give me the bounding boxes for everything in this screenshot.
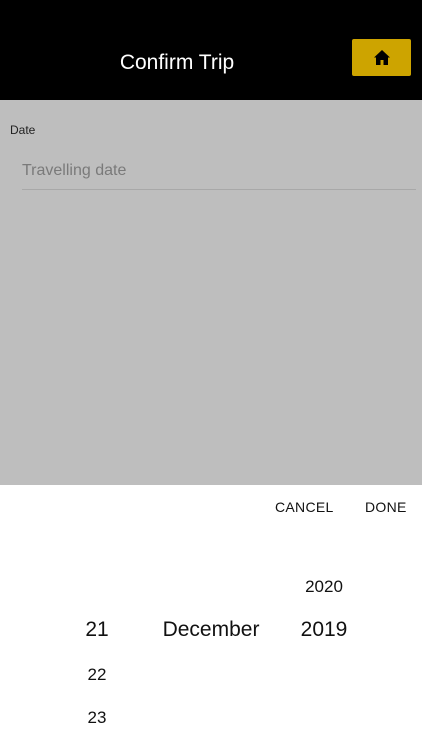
day-option[interactable]: 22: [57, 665, 137, 685]
date-picker-sheet: CANCEL DONE 21 22 23 December 2020 2019: [0, 485, 422, 750]
picker-toolbar: CANCEL DONE: [0, 485, 422, 530]
cancel-button[interactable]: CANCEL: [275, 499, 334, 515]
app-screen: Confirm Trip Date CANCEL DONE 21 22 23 D…: [0, 0, 422, 750]
done-button[interactable]: DONE: [365, 499, 407, 515]
year-wheel[interactable]: 2020 2019: [284, 530, 364, 750]
day-wheel[interactable]: 21 22 23: [57, 530, 137, 750]
page-title: Confirm Trip: [119, 51, 235, 74]
header-bar: Confirm Trip: [0, 0, 422, 100]
day-option[interactable]: 23: [57, 708, 137, 728]
year-selected[interactable]: 2019: [284, 618, 364, 642]
month-selected[interactable]: December: [140, 618, 282, 642]
form-area-dimmed: Date: [0, 100, 422, 485]
home-icon: [373, 49, 391, 66]
month-wheel[interactable]: December: [140, 530, 282, 750]
year-option[interactable]: 2020: [284, 577, 364, 597]
date-label: Date: [10, 123, 36, 137]
day-selected[interactable]: 21: [57, 618, 137, 642]
home-button[interactable]: [352, 39, 411, 76]
travelling-date-input[interactable]: [22, 152, 416, 190]
